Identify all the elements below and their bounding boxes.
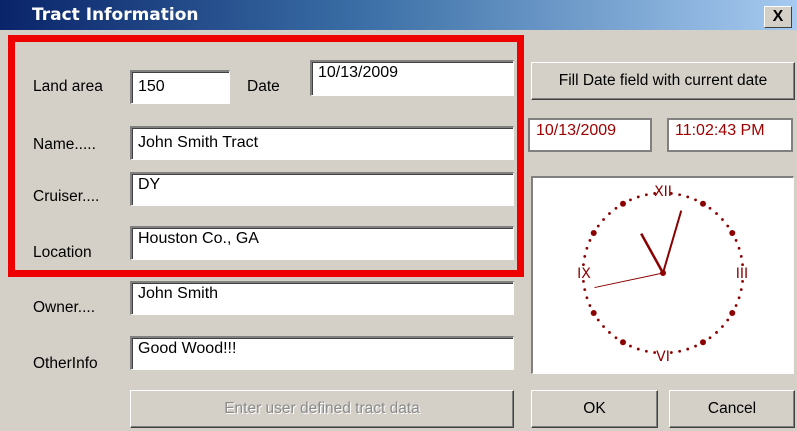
clock-numeral-xii: XII <box>654 184 672 200</box>
close-button[interactable]: X <box>764 6 792 28</box>
clock-tick-mark <box>590 310 597 316</box>
clock-tick-mark <box>602 218 605 221</box>
clock-tick-mark <box>737 246 741 250</box>
clock-tick-mark <box>700 339 706 346</box>
clock-tick-mark <box>614 336 618 340</box>
name-label: Name..... <box>33 136 96 153</box>
clock-tick-mark <box>700 200 706 207</box>
clock-tick-mark <box>590 230 597 236</box>
clock-tick-mark <box>644 349 648 353</box>
clock-tick-mark <box>588 239 592 242</box>
clock-tick-mark <box>686 195 690 199</box>
clock-tick-mark <box>708 206 712 210</box>
clock-second-hand <box>594 272 664 289</box>
clock-tick-mark <box>739 254 743 258</box>
clock-tick-mark <box>644 193 648 197</box>
owner-label: Owner.... <box>33 299 96 316</box>
date-field[interactable]: 10/13/2009 <box>310 60 514 96</box>
fill-date-button[interactable]: Fill Date field with current date <box>531 62 795 100</box>
clock-tick-mark <box>669 351 673 354</box>
clock-tick-mark <box>620 200 626 207</box>
clock-tick-mark <box>694 344 697 348</box>
cruiser-field[interactable]: DY <box>130 172 514 206</box>
clock-date-display: 10/13/2009 <box>528 118 652 152</box>
owner-field[interactable]: John Smith <box>130 281 514 315</box>
clock-minute-hand <box>662 210 683 274</box>
clock-time-display: 11:02:43 PM <box>667 118 793 152</box>
clock-tick-mark <box>734 239 738 242</box>
land-area-label: Land area <box>33 78 103 95</box>
clock-numeral-vi: VI <box>656 349 670 365</box>
clock-tick-mark <box>636 195 640 199</box>
clock-tick-mark <box>721 325 724 328</box>
clock-tick-mark <box>721 218 724 221</box>
clock-tick-mark <box>715 212 718 215</box>
analog-clock-panel: XII III VI IX <box>531 176 794 374</box>
clock-numeral-iii: III <box>736 266 748 282</box>
clock-center <box>660 270 666 276</box>
analog-clock: XII III VI IX <box>577 184 748 365</box>
clock-tick-mark <box>694 198 697 202</box>
clock-tick-mark <box>614 206 618 210</box>
clock-tick-mark <box>708 336 712 340</box>
clock-tick-mark <box>585 246 589 250</box>
clock-tick-mark <box>596 224 600 228</box>
clock-tick-mark <box>739 288 743 292</box>
clock-tick-mark <box>629 198 632 202</box>
clock-tick-mark <box>678 349 682 353</box>
other-info-field[interactable]: Good Wood!!! <box>130 336 514 370</box>
clock-tick-mark <box>729 230 736 236</box>
window-title: Tract Information <box>32 5 199 25</box>
clock-tick-mark <box>620 339 626 346</box>
clock-tick-mark <box>729 310 736 316</box>
clock-tick-mark <box>608 331 611 334</box>
clock-tick-mark <box>602 325 605 328</box>
clock-tick-mark <box>588 304 592 307</box>
clock-tick-mark <box>678 193 682 197</box>
ok-button[interactable]: OK <box>531 390 658 428</box>
clock-tick-mark <box>726 318 730 322</box>
clock-tick-mark <box>726 224 730 228</box>
clock-tick-mark <box>715 331 718 334</box>
clock-tick-mark <box>608 212 611 215</box>
location-field[interactable]: Houston Co., GA <box>130 226 514 260</box>
clock-tick-mark <box>583 288 587 292</box>
date-label: Date <box>247 78 280 95</box>
clock-tick-mark <box>734 304 738 307</box>
location-label: Location <box>33 244 92 261</box>
land-area-field[interactable]: 150 <box>130 70 230 104</box>
clock-tick-mark <box>583 254 587 258</box>
clock-numeral-ix: IX <box>577 266 591 282</box>
cancel-button[interactable]: Cancel <box>669 390 795 428</box>
name-field[interactable]: John Smith Tract <box>130 126 514 160</box>
clock-tick-mark <box>585 296 589 300</box>
clock-tick-mark <box>629 344 632 348</box>
clock-tick-mark <box>596 318 600 322</box>
clock-tick-mark <box>737 296 741 300</box>
cruiser-label: Cruiser.... <box>33 188 100 205</box>
title-bar: Tract Information X <box>0 0 797 30</box>
clock-tick-mark <box>636 347 640 351</box>
clock-tick-mark <box>686 347 690 351</box>
enter-user-defined-button[interactable]: Enter user defined tract data <box>130 390 514 428</box>
clock-hour-hand <box>640 233 665 274</box>
other-info-label: OtherInfo <box>33 355 98 372</box>
